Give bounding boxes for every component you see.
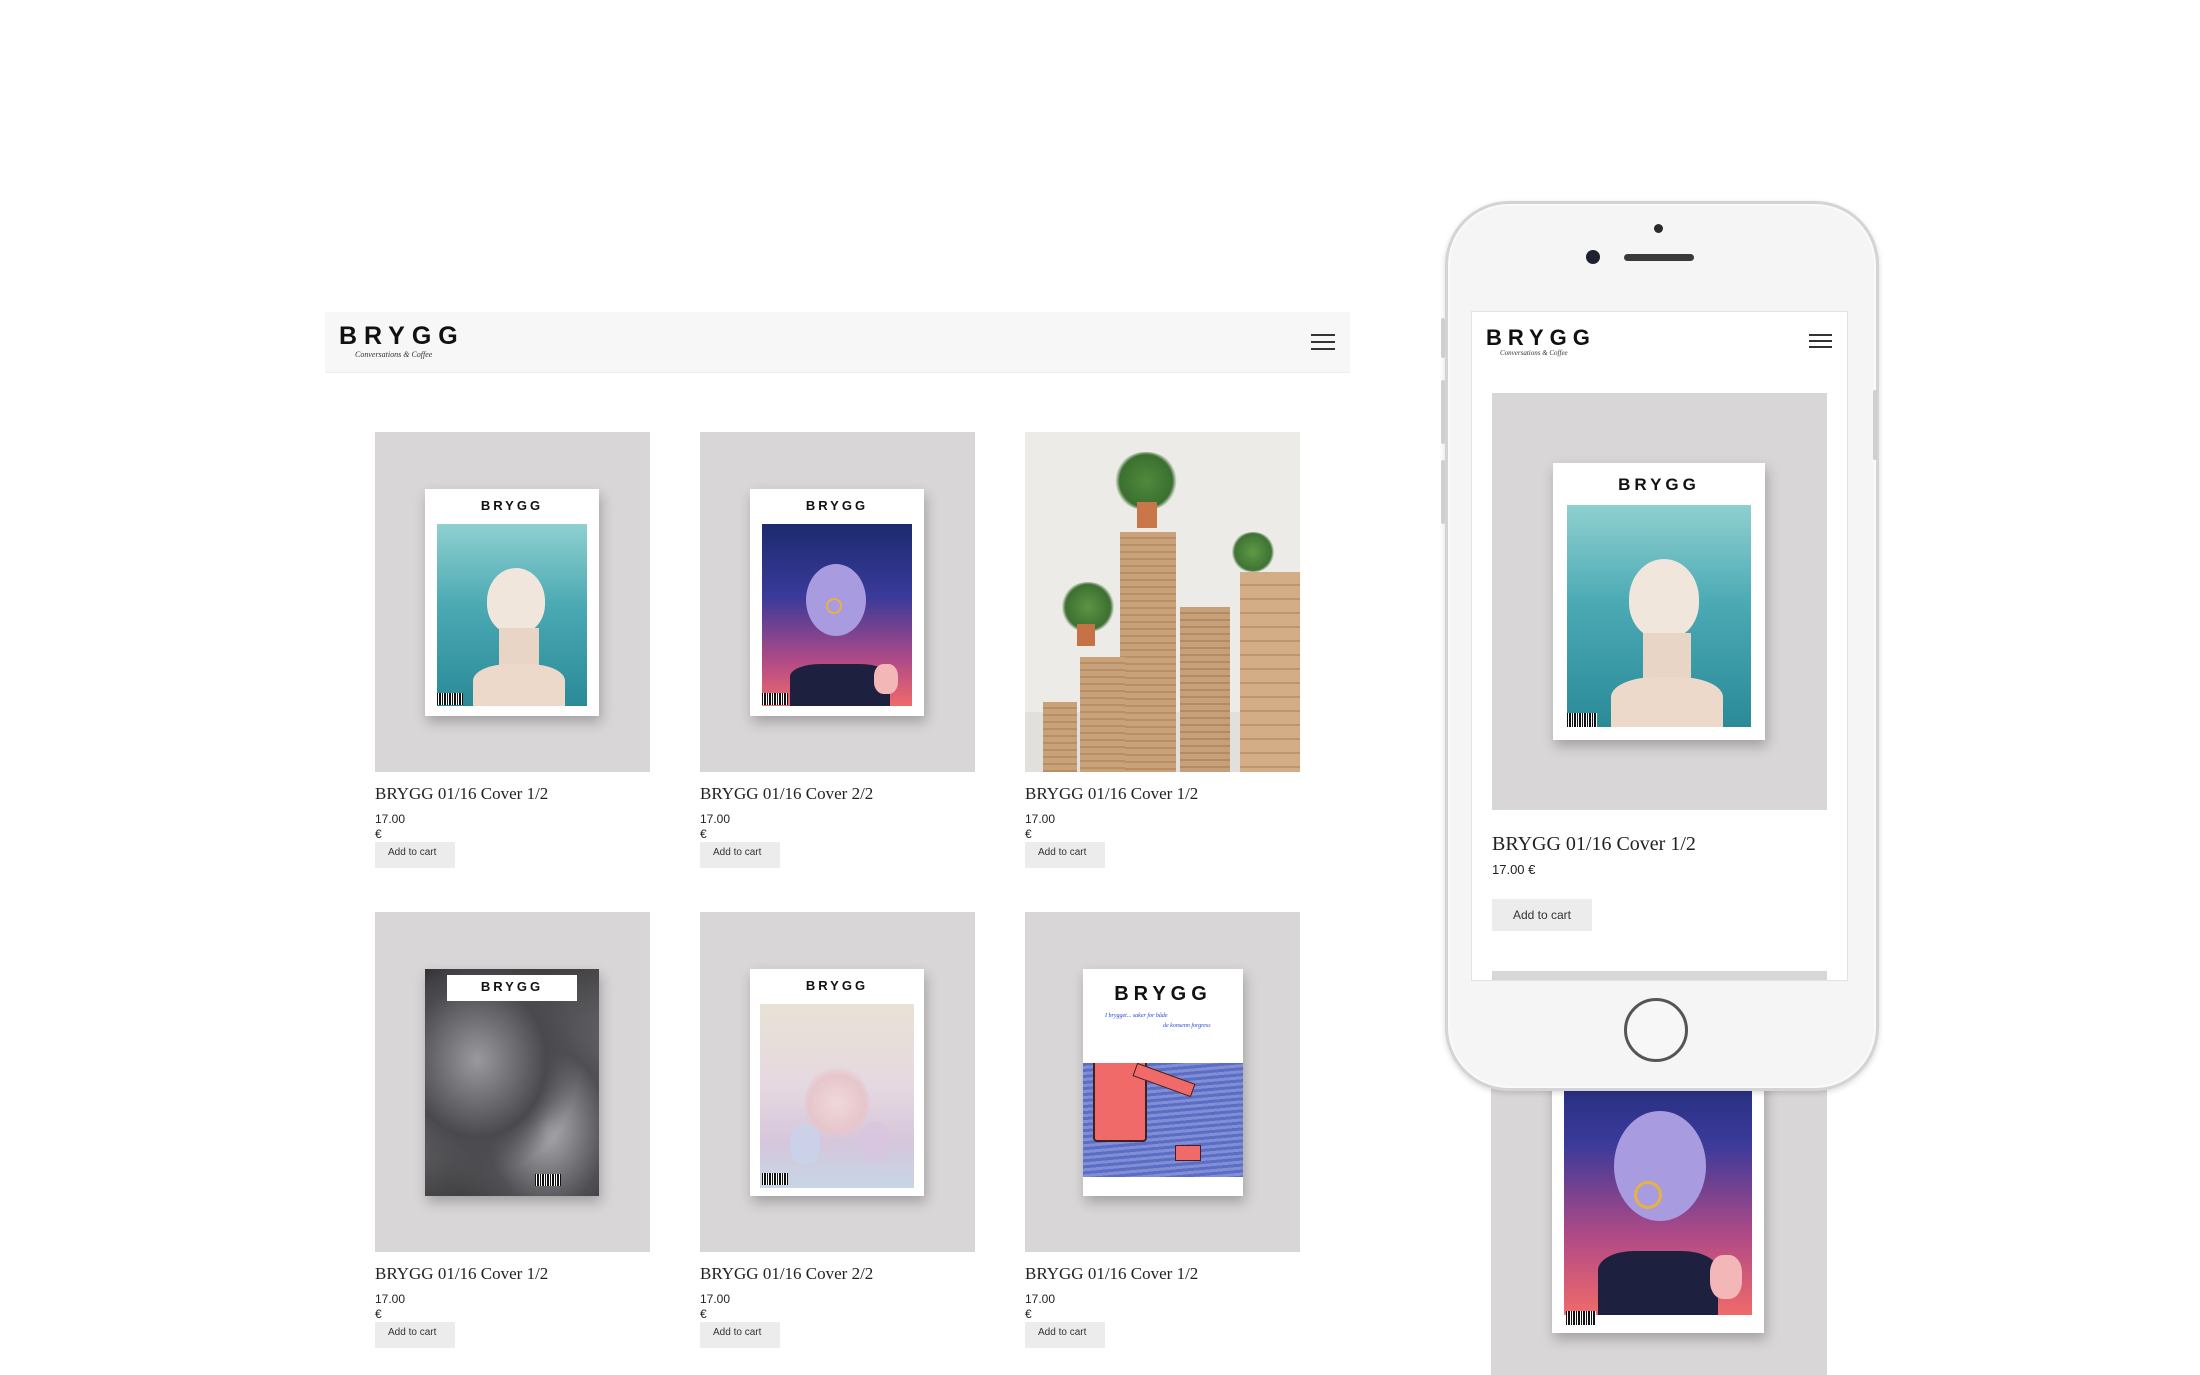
phone-screen: BRYGG Conversations & Coffee BRYGG BRYGG… <box>1471 311 1848 981</box>
magazine-cover: BRYGG <box>750 489 924 716</box>
desktop-shop-page: BRYGG Conversations & Coffee BRYGG BRYGG… <box>325 312 1350 1375</box>
product-price: 17.00 € <box>1492 862 1536 877</box>
magazine-cover: BRYGG <box>425 969 599 1196</box>
product-price: 17.00 € <box>375 812 406 841</box>
product-title[interactable]: BRYGG 01/16 Cover 2/2 <box>700 784 873 804</box>
add-to-cart-button[interactable]: Add to cart <box>1025 842 1105 868</box>
product-card: BRYGG BRYGG 01/16 Cover 1/2 17.00 € Add t… <box>375 912 650 1348</box>
add-to-cart-button[interactable]: Add to cart <box>700 842 780 868</box>
product-image[interactable]: BRYGG <box>700 432 975 772</box>
product-image[interactable]: BRYGG <box>375 912 650 1252</box>
product-title[interactable]: BRYGG 01/16 Cover 1/2 <box>375 1264 548 1284</box>
add-to-cart-button[interactable]: Add to cart <box>700 1322 780 1348</box>
product-image[interactable] <box>1025 432 1300 772</box>
brand-tagline: Conversations & Coffee <box>1500 349 1568 357</box>
menu-icon[interactable] <box>1311 334 1335 350</box>
proximity-sensor <box>1654 224 1663 233</box>
brand-logo[interactable]: BRYGG <box>1486 325 1596 351</box>
product-title[interactable]: BRYGG 01/16 Cover 1/2 <box>375 784 548 804</box>
magazine-cover: BRYGG I brygget... saker for både de kon… <box>1083 969 1243 1196</box>
magazine-cover: BRYGG <box>1553 463 1765 740</box>
site-header: BRYGG Conversations & Coffee <box>1472 312 1847 368</box>
product-title[interactable]: BRYGG 01/16 Cover 1/2 <box>1492 833 1696 856</box>
product-image[interactable]: BRYGG <box>700 912 975 1252</box>
product-card: BRYGG I brygget... saker for både de kon… <box>1025 912 1300 1348</box>
product-card: BRYGG BRYGG 01/16 Cover 1/2 17.00 € Add t… <box>375 432 650 868</box>
site-header: BRYGG Conversations & Coffee <box>325 312 1350 373</box>
product-title[interactable]: BRYGG 01/16 Cover 2/2 <box>700 1264 873 1284</box>
product-price: 17.00 € <box>375 1292 406 1321</box>
product-card: BRYGG BRYGG 01/16 Cover 2/2 17.00 € Add t… <box>700 432 975 868</box>
product-price: 17.00 € <box>1025 1292 1056 1321</box>
add-to-cart-button[interactable]: Add to cart <box>1492 899 1592 931</box>
home-button-icon[interactable] <box>1624 998 1688 1062</box>
brand-logo[interactable]: BRYGG <box>339 322 465 351</box>
product-image[interactable]: BRYGG I brygget... saker for både de kon… <box>1025 912 1300 1252</box>
product-image[interactable]: BRYGG <box>375 432 650 772</box>
add-to-cart-button[interactable]: Add to cart <box>375 1322 455 1348</box>
menu-icon[interactable] <box>1809 334 1832 348</box>
next-product-image <box>1492 971 1827 980</box>
product-title[interactable]: BRYGG 01/16 Cover 1/2 <box>1025 784 1198 804</box>
overflow-product-image <box>1491 1083 1827 1375</box>
product-price: 17.00 € <box>700 812 731 841</box>
magazine-cover: BRYGG <box>750 969 924 1196</box>
product-card: BRYGG 01/16 Cover 1/2 17.00 € Add to cart <box>1025 432 1300 868</box>
product-image[interactable]: BRYGG <box>1492 393 1827 810</box>
brand-tagline: Conversations & Coffee <box>355 350 433 359</box>
camera-icon <box>1586 250 1600 264</box>
product-card: BRYGG BRYGG 01/16 Cover 2/2 17.00 € Add t… <box>700 912 975 1348</box>
add-to-cart-button[interactable]: Add to cart <box>1025 1322 1105 1348</box>
product-price: 17.00 € <box>700 1292 731 1321</box>
speaker-icon <box>1624 254 1694 261</box>
product-price: 17.00 € <box>1025 812 1056 841</box>
add-to-cart-button[interactable]: Add to cart <box>375 842 455 868</box>
product-title[interactable]: BRYGG 01/16 Cover 1/2 <box>1025 1264 1198 1284</box>
magazine-cover: BRYGG <box>425 489 599 716</box>
